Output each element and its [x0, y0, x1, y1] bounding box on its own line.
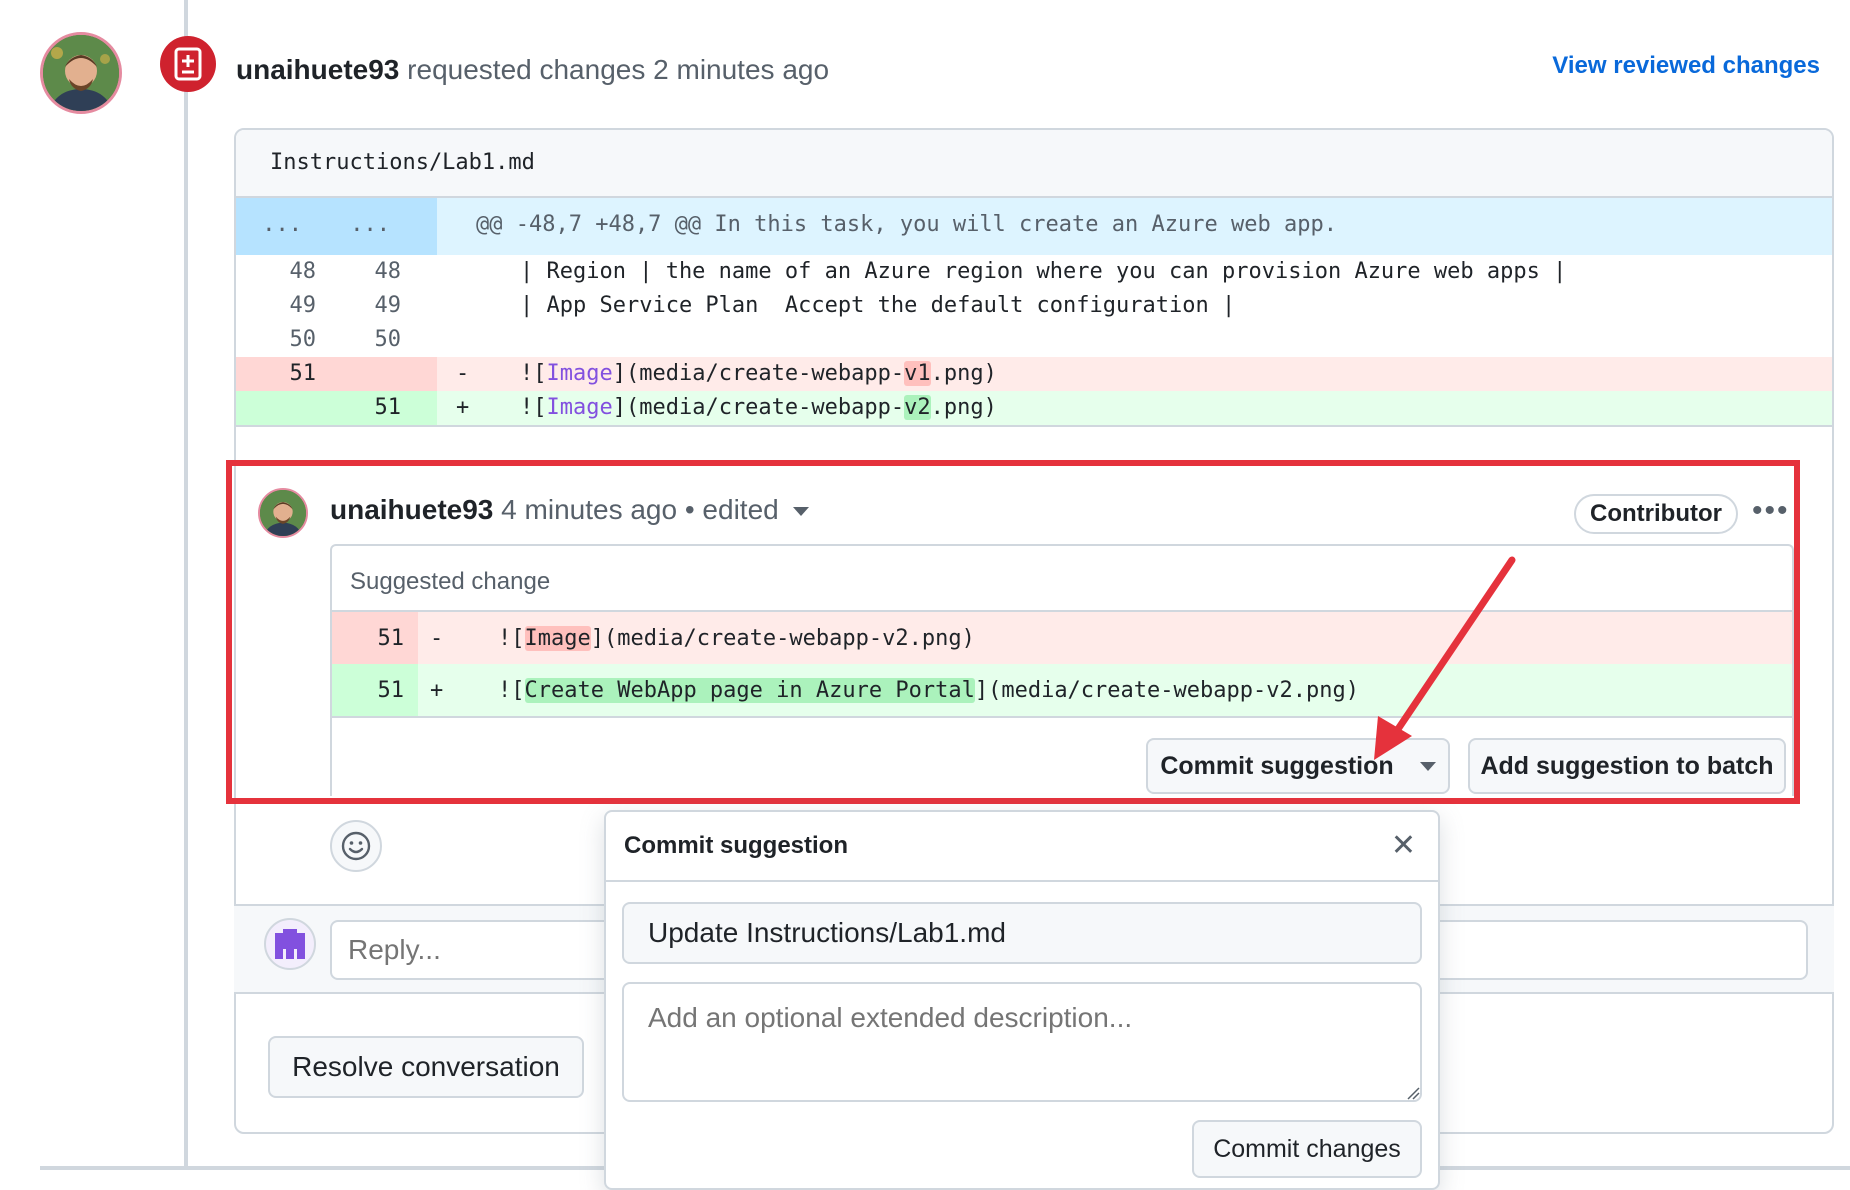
- comment-header: unaihuete93 4 minutes ago • edited: [330, 494, 809, 526]
- review-action: requested changes: [407, 54, 646, 85]
- suggestion-line-added: 51 + ![Create WebApp page in Azure Porta…: [332, 664, 1792, 716]
- commenter-avatar[interactable]: [258, 488, 308, 538]
- diff-line: 50 50: [236, 323, 1832, 357]
- current-user-avatar[interactable]: [264, 918, 316, 970]
- close-icon[interactable]: ✕: [1391, 828, 1416, 863]
- hunk-header-row: ... ... @@ -48,7 +48,7 @@ In this task, …: [236, 198, 1832, 255]
- divider: [332, 716, 1792, 718]
- extended-description-textarea[interactable]: [622, 982, 1422, 1102]
- chevron-down-icon[interactable]: [792, 507, 809, 517]
- timeline-line: [184, 0, 188, 1170]
- commenter-username[interactable]: unaihuete93: [330, 494, 493, 525]
- commit-suggestion-label: Commit suggestion: [1160, 751, 1394, 780]
- comment-time[interactable]: 4 minutes ago: [501, 494, 677, 525]
- diff-line: 48 48 | Region | the name of an Azure re…: [236, 255, 1832, 289]
- file-name[interactable]: Instructions/Lab1.md: [270, 150, 535, 175]
- reviewer-username[interactable]: unaihuete93: [236, 54, 399, 85]
- changes-requested-icon: [160, 36, 216, 92]
- edited-dropdown[interactable]: • edited: [685, 494, 779, 525]
- commit-message-input[interactable]: [622, 902, 1422, 964]
- commit-suggestion-popover: Commit suggestion ✕ Commit changes: [604, 810, 1440, 1190]
- popover-title: Commit suggestion: [624, 832, 849, 859]
- contributor-badge: Contributor: [1574, 494, 1738, 534]
- suggestion-line-deleted: 51 - ![Image](media/create-webapp-v2.png…: [332, 612, 1792, 664]
- smiley-icon: [341, 831, 371, 861]
- chevron-down-icon[interactable]: [1419, 761, 1436, 771]
- commit-changes-button[interactable]: Commit changes: [1192, 1120, 1422, 1178]
- more-options-icon[interactable]: •••: [1752, 494, 1790, 528]
- file-header: Instructions/Lab1.md: [236, 130, 1832, 198]
- diff-line: 49 49 | App Service Plan Accept the defa…: [236, 289, 1832, 323]
- suggested-change-title: Suggested change: [350, 568, 551, 595]
- diff-line-added: 51 + ![Image](media/create-webapp-v2.png…: [236, 391, 1832, 425]
- hunk-header-text: @@ -48,7 +48,7 @@ In this task, you will…: [476, 212, 1337, 237]
- reviewer-avatar[interactable]: [40, 32, 122, 114]
- hunk-right-dots[interactable]: ...: [324, 212, 390, 237]
- review-time[interactable]: 2 minutes ago: [653, 54, 829, 85]
- popover-header: Commit suggestion ✕: [606, 812, 1438, 882]
- add-reaction-button[interactable]: [330, 820, 382, 872]
- commit-suggestion-button[interactable]: Commit suggestion: [1146, 738, 1450, 794]
- diff-line-deleted: 51 - ![Image](media/create-webapp-v1.png…: [236, 357, 1832, 391]
- review-header: unaihuete93 requested changes 2 minutes …: [236, 50, 829, 90]
- hunk-left-dots[interactable]: ...: [236, 212, 302, 237]
- resolve-conversation-button[interactable]: Resolve conversation: [268, 1036, 584, 1098]
- resize-handle-icon[interactable]: [1406, 1086, 1420, 1100]
- view-reviewed-changes-link[interactable]: View reviewed changes: [1552, 52, 1820, 80]
- add-suggestion-to-batch-button[interactable]: Add suggestion to batch: [1468, 738, 1786, 794]
- divider: [236, 425, 1832, 427]
